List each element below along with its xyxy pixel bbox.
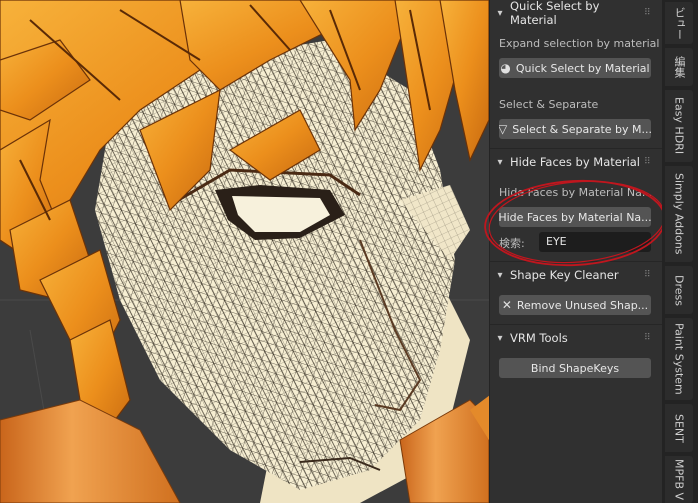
x-icon: ✕ (501, 298, 512, 312)
quick-select-panel-header[interactable]: ▾ Quick Select by Material ⠿ (490, 0, 662, 27)
chevron-down-icon: ▾ (497, 7, 503, 19)
tab-view[interactable]: ビュー (665, 2, 693, 44)
button-label: Remove Unused Shap... (516, 298, 649, 312)
hide-faces-description: Hide Faces by Material Na... (499, 186, 653, 199)
tab-label: Easy HDRI (672, 97, 686, 155)
panel-title: Hide Faces by Material (510, 155, 641, 169)
hide-faces-panel-header[interactable]: ▾ Hide Faces by Material ⠿ (490, 149, 662, 175)
button-label: Bind ShapeKeys (530, 361, 620, 375)
shape-key-cleaner-panel-header[interactable]: ▾ Shape Key Cleaner ⠿ (490, 262, 662, 288)
quick-select-description: Expand selection by material (499, 37, 660, 50)
material-sphere-icon: ◕ (500, 61, 511, 75)
search-input[interactable]: EYE (539, 232, 651, 252)
search-row: 検索: EYE (499, 232, 651, 252)
tab-mpfb[interactable]: MPFB V (665, 456, 693, 503)
tab-label: Simply Addons (672, 173, 686, 255)
select-separate-label: Select & Separate (499, 98, 599, 111)
bind-shapekeys-button[interactable]: Bind ShapeKeys (499, 358, 651, 378)
remove-unused-shapekeys-button[interactable]: ✕ Remove Unused Shap... (499, 295, 651, 315)
hide-faces-button[interactable]: Hide Faces by Material Na... (499, 207, 651, 227)
tab-label: 編集 (673, 56, 686, 78)
drag-handle-icon[interactable]: ⠿ (644, 333, 658, 343)
tab-dress[interactable]: Dress (665, 266, 693, 314)
drag-handle-icon[interactable]: ⠿ (644, 157, 658, 167)
panel-title: Quick Select by Material (510, 0, 600, 27)
drag-handle-icon[interactable]: ⠿ (644, 8, 658, 18)
tab-label: MPFB V (672, 458, 686, 501)
panel-title: VRM Tools (510, 331, 568, 345)
chevron-down-icon: ▾ (497, 156, 503, 168)
quick-select-button[interactable]: ◕ Quick Select by Material (499, 58, 651, 78)
chevron-down-icon: ▾ (497, 269, 503, 281)
button-label: Quick Select by Material (515, 61, 650, 75)
sidebar-panel: ▾ Quick Select by Material ⠿ Expand sele… (489, 0, 662, 503)
sidebar-tabs: ビュー 編集 Easy HDRI Simply Addons Dress Pai… (662, 0, 698, 503)
button-label: Select & Separate by M... (512, 122, 651, 136)
tab-paint-system[interactable]: Paint System (665, 318, 693, 400)
select-separate-button[interactable]: ▽ Select & Separate by M... (499, 119, 651, 139)
search-label: 検索: (499, 237, 525, 250)
tab-label: Dress (672, 274, 686, 306)
panel-title: Shape Key Cleaner (510, 268, 619, 282)
drag-handle-icon[interactable]: ⠿ (644, 270, 658, 280)
tab-label: Paint System (672, 323, 686, 395)
button-label: Hide Faces by Material Na... (499, 210, 651, 224)
tab-label: SENT (672, 413, 686, 443)
tab-simply-addons[interactable]: Simply Addons (665, 166, 693, 262)
tab-sent[interactable]: SENT (665, 404, 693, 452)
vrm-tools-panel-header[interactable]: ▾ VRM Tools ⠿ (490, 325, 662, 351)
tab-label: ビュー (673, 6, 686, 40)
tab-easy-hdri[interactable]: Easy HDRI (665, 90, 693, 162)
chevron-down-icon: ▾ (497, 332, 503, 344)
tab-edit[interactable]: 編集 (665, 48, 693, 86)
separate-mesh-icon: ▽ (499, 122, 508, 136)
